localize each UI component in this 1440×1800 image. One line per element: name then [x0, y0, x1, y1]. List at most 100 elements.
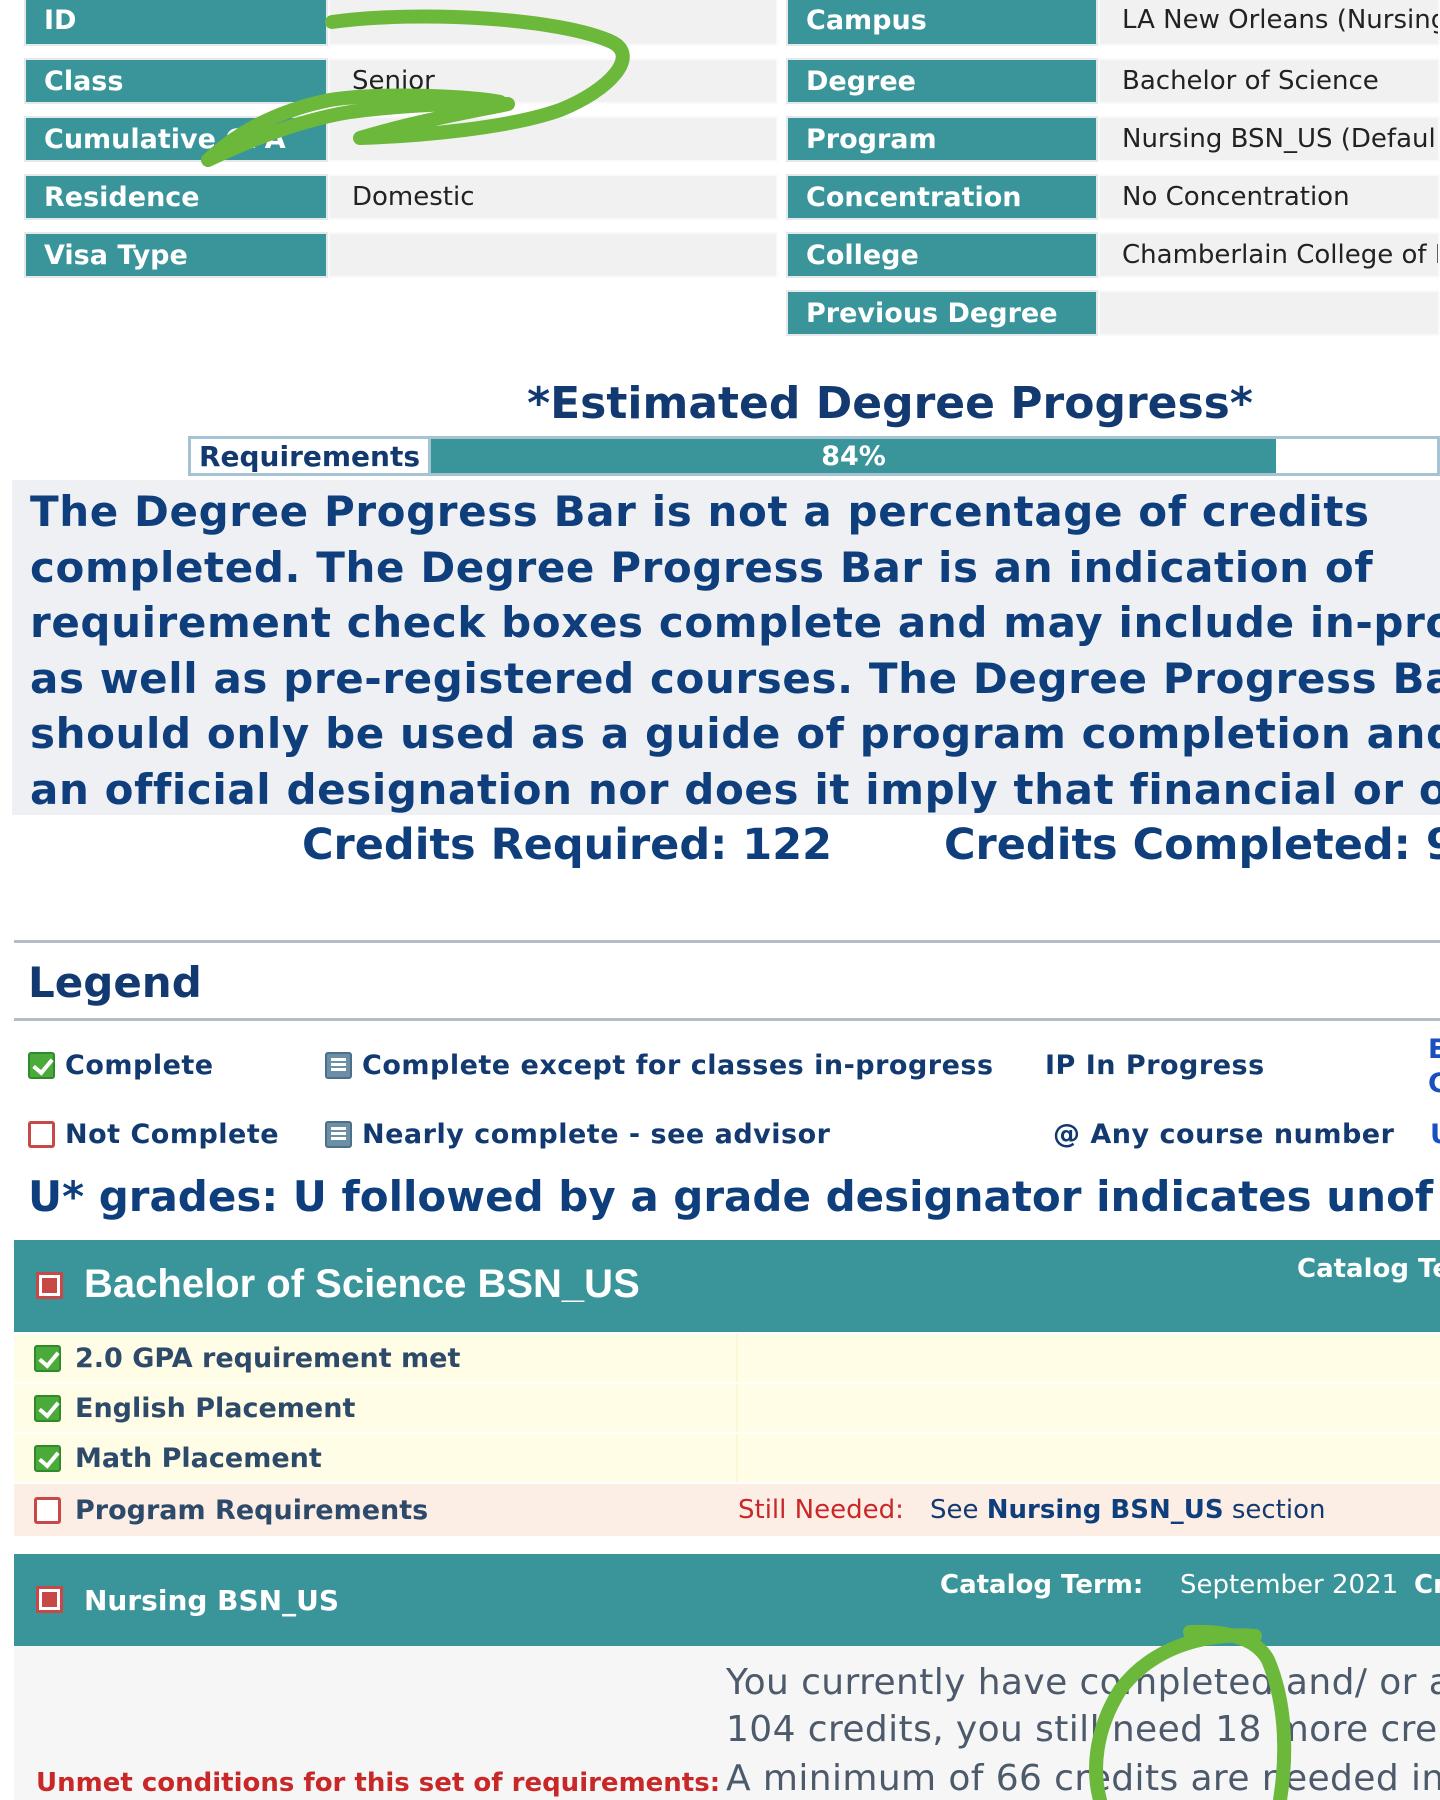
req-label: Program Requirements	[75, 1494, 429, 1526]
divider	[14, 940, 1440, 943]
check-icon	[34, 1444, 61, 1472]
nursing-section-link[interactable]: Nursing BSN_US	[987, 1495, 1224, 1525]
info-row-campus: Campus LA New Orleans (Nursing	[786, 0, 1440, 46]
legend-complete: Complete	[28, 1050, 214, 1081]
info-value: Nursing BSN_US (Defaul	[1098, 116, 1440, 162]
info-value: LA New Orleans (Nursing	[1098, 0, 1440, 46]
legend-edge-letter: C	[1428, 1068, 1440, 1099]
info-label: Degree	[786, 58, 1098, 104]
nursing-block-title: Nursing BSN_US	[84, 1584, 340, 1617]
info-row-program: Program Nursing BSN_US (Defaul	[786, 116, 1440, 162]
info-value	[328, 0, 778, 46]
in-progress-icon	[325, 1052, 352, 1079]
legend-in-progress: IP In Progress	[1045, 1050, 1265, 1081]
catalog-term-label: Catalog Te	[1297, 1254, 1440, 1284]
info-value: Chamberlain College of N	[1098, 232, 1440, 278]
column-divider	[736, 1334, 738, 1382]
condition-line: A minimum of 66 credits are needed in	[726, 1758, 1440, 1799]
info-value: No Concentration	[1098, 174, 1440, 220]
info-row-visa: Visa Type	[24, 232, 778, 278]
progress-track: 84%	[431, 439, 1437, 473]
progress-label: Requirements	[191, 439, 431, 473]
nearly-complete-icon	[325, 1121, 352, 1148]
progress-fill: 84%	[431, 439, 1277, 473]
legend-any-course: @ Any course number	[1053, 1119, 1394, 1150]
condition-line: 104 credits, you still need 18 more cre	[726, 1709, 1438, 1750]
bs-block-header[interactable]: Bachelor of Science BSN_US Catalog Te	[14, 1240, 1440, 1332]
req-row: Math Placement	[14, 1434, 1440, 1482]
see-prefix: See	[930, 1495, 979, 1525]
info-label: ID	[24, 0, 328, 46]
info-row-id: ID	[24, 0, 778, 46]
see-suffix: section	[1231, 1495, 1326, 1525]
info-value: Bachelor of Science	[1098, 58, 1440, 104]
info-label: Cumulative GPA	[24, 116, 328, 162]
info-value	[1098, 290, 1440, 336]
info-row-college: College Chamberlain College of N	[786, 232, 1440, 278]
legend-nearly-complete: Nearly complete - see advisor	[325, 1119, 830, 1150]
unchecked-box-icon	[34, 1496, 61, 1524]
legend-label: IP In Progress	[1045, 1050, 1265, 1081]
info-label: Visa Type	[24, 232, 328, 278]
catalog-term-label: Catalog Term:	[940, 1570, 1144, 1600]
not-complete-box-icon	[36, 1272, 63, 1299]
legend-label: @ Any course number	[1053, 1119, 1395, 1150]
legend-edge-letter: U	[1430, 1119, 1440, 1150]
legend-complete-except: Complete except for classes in-progress	[325, 1050, 994, 1081]
info-row-residence: Residence Domestic	[24, 174, 778, 220]
column-divider	[736, 1384, 738, 1432]
req-row-program-requirements: Program Requirements Still Needed: See N…	[14, 1484, 1440, 1536]
still-needed-detail: See Nursing BSN_US section	[930, 1495, 1325, 1525]
credits-required: Credits Required: 122	[302, 820, 833, 870]
credits-completed: Credits Completed: 9	[944, 820, 1440, 870]
nursing-block-header[interactable]: Nursing BSN_US Catalog Term: September 2…	[14, 1554, 1440, 1646]
info-row-concentration: Concentration No Concentration	[786, 174, 1440, 220]
legend-edge-letter: E	[1428, 1034, 1440, 1065]
info-label: Concentration	[786, 174, 1098, 220]
unchecked-box-icon	[28, 1121, 55, 1148]
progress-title: *Estimated Degree Progress*	[527, 378, 1253, 429]
progress-disclaimer: The Degree Progress Bar is not a percent…	[12, 480, 1440, 815]
req-label: 2.0 GPA requirement met	[75, 1342, 461, 1374]
check-icon	[28, 1052, 55, 1079]
legend-label: Nearly complete - see advisor	[362, 1119, 831, 1150]
nursing-conditions-area: You currently have completed and/ or a 1…	[14, 1646, 1440, 1800]
info-label: Class	[24, 58, 328, 104]
column-divider	[736, 1434, 738, 1482]
bs-block-title: Bachelor of Science BSN_US	[84, 1262, 640, 1306]
info-value: Domestic	[328, 174, 778, 220]
legend-title: Legend	[28, 958, 202, 1007]
info-label: Campus	[786, 0, 1098, 46]
info-label: Program	[786, 116, 1098, 162]
info-label: College	[786, 232, 1098, 278]
not-complete-box-icon	[36, 1586, 63, 1613]
check-icon	[34, 1344, 61, 1372]
req-row: 2.0 GPA requirement met	[14, 1334, 1440, 1382]
legend-not-complete: Not Complete	[28, 1119, 279, 1150]
req-label: Math Placement	[75, 1442, 322, 1474]
u-grades-note: U* grades: U followed by a grade designa…	[28, 1172, 1434, 1221]
progress-percent: 84%	[821, 440, 886, 472]
disclaimer-text: The Degree Progress Bar is not a percent…	[30, 487, 1440, 814]
req-label: English Placement	[75, 1392, 356, 1424]
legend-label: Complete except for classes in-progress	[362, 1050, 994, 1081]
info-value	[328, 232, 778, 278]
info-row-degree: Degree Bachelor of Science	[786, 58, 1440, 104]
info-row-previous-degree: Previous Degree	[786, 290, 1440, 336]
legend-label: Complete	[65, 1050, 214, 1081]
req-row: English Placement	[14, 1384, 1440, 1432]
info-row-class: Class Senior	[24, 58, 778, 104]
catalog-cut-label: Cr	[1414, 1570, 1440, 1600]
info-label: Previous Degree	[786, 290, 1098, 336]
info-label: Residence	[24, 174, 328, 220]
divider	[14, 1018, 1440, 1021]
info-value	[328, 116, 778, 162]
info-row-gpa: Cumulative GPA	[24, 116, 778, 162]
unmet-conditions-label: Unmet conditions for this set of require…	[36, 1768, 721, 1798]
condition-line: You currently have completed and/ or a	[726, 1662, 1440, 1703]
degree-progress-bar: Requirements 84%	[188, 436, 1440, 476]
check-icon	[34, 1394, 61, 1422]
still-needed-label: Still Needed:	[738, 1495, 904, 1525]
info-value: Senior	[328, 58, 778, 104]
legend-label: Not Complete	[65, 1119, 280, 1150]
